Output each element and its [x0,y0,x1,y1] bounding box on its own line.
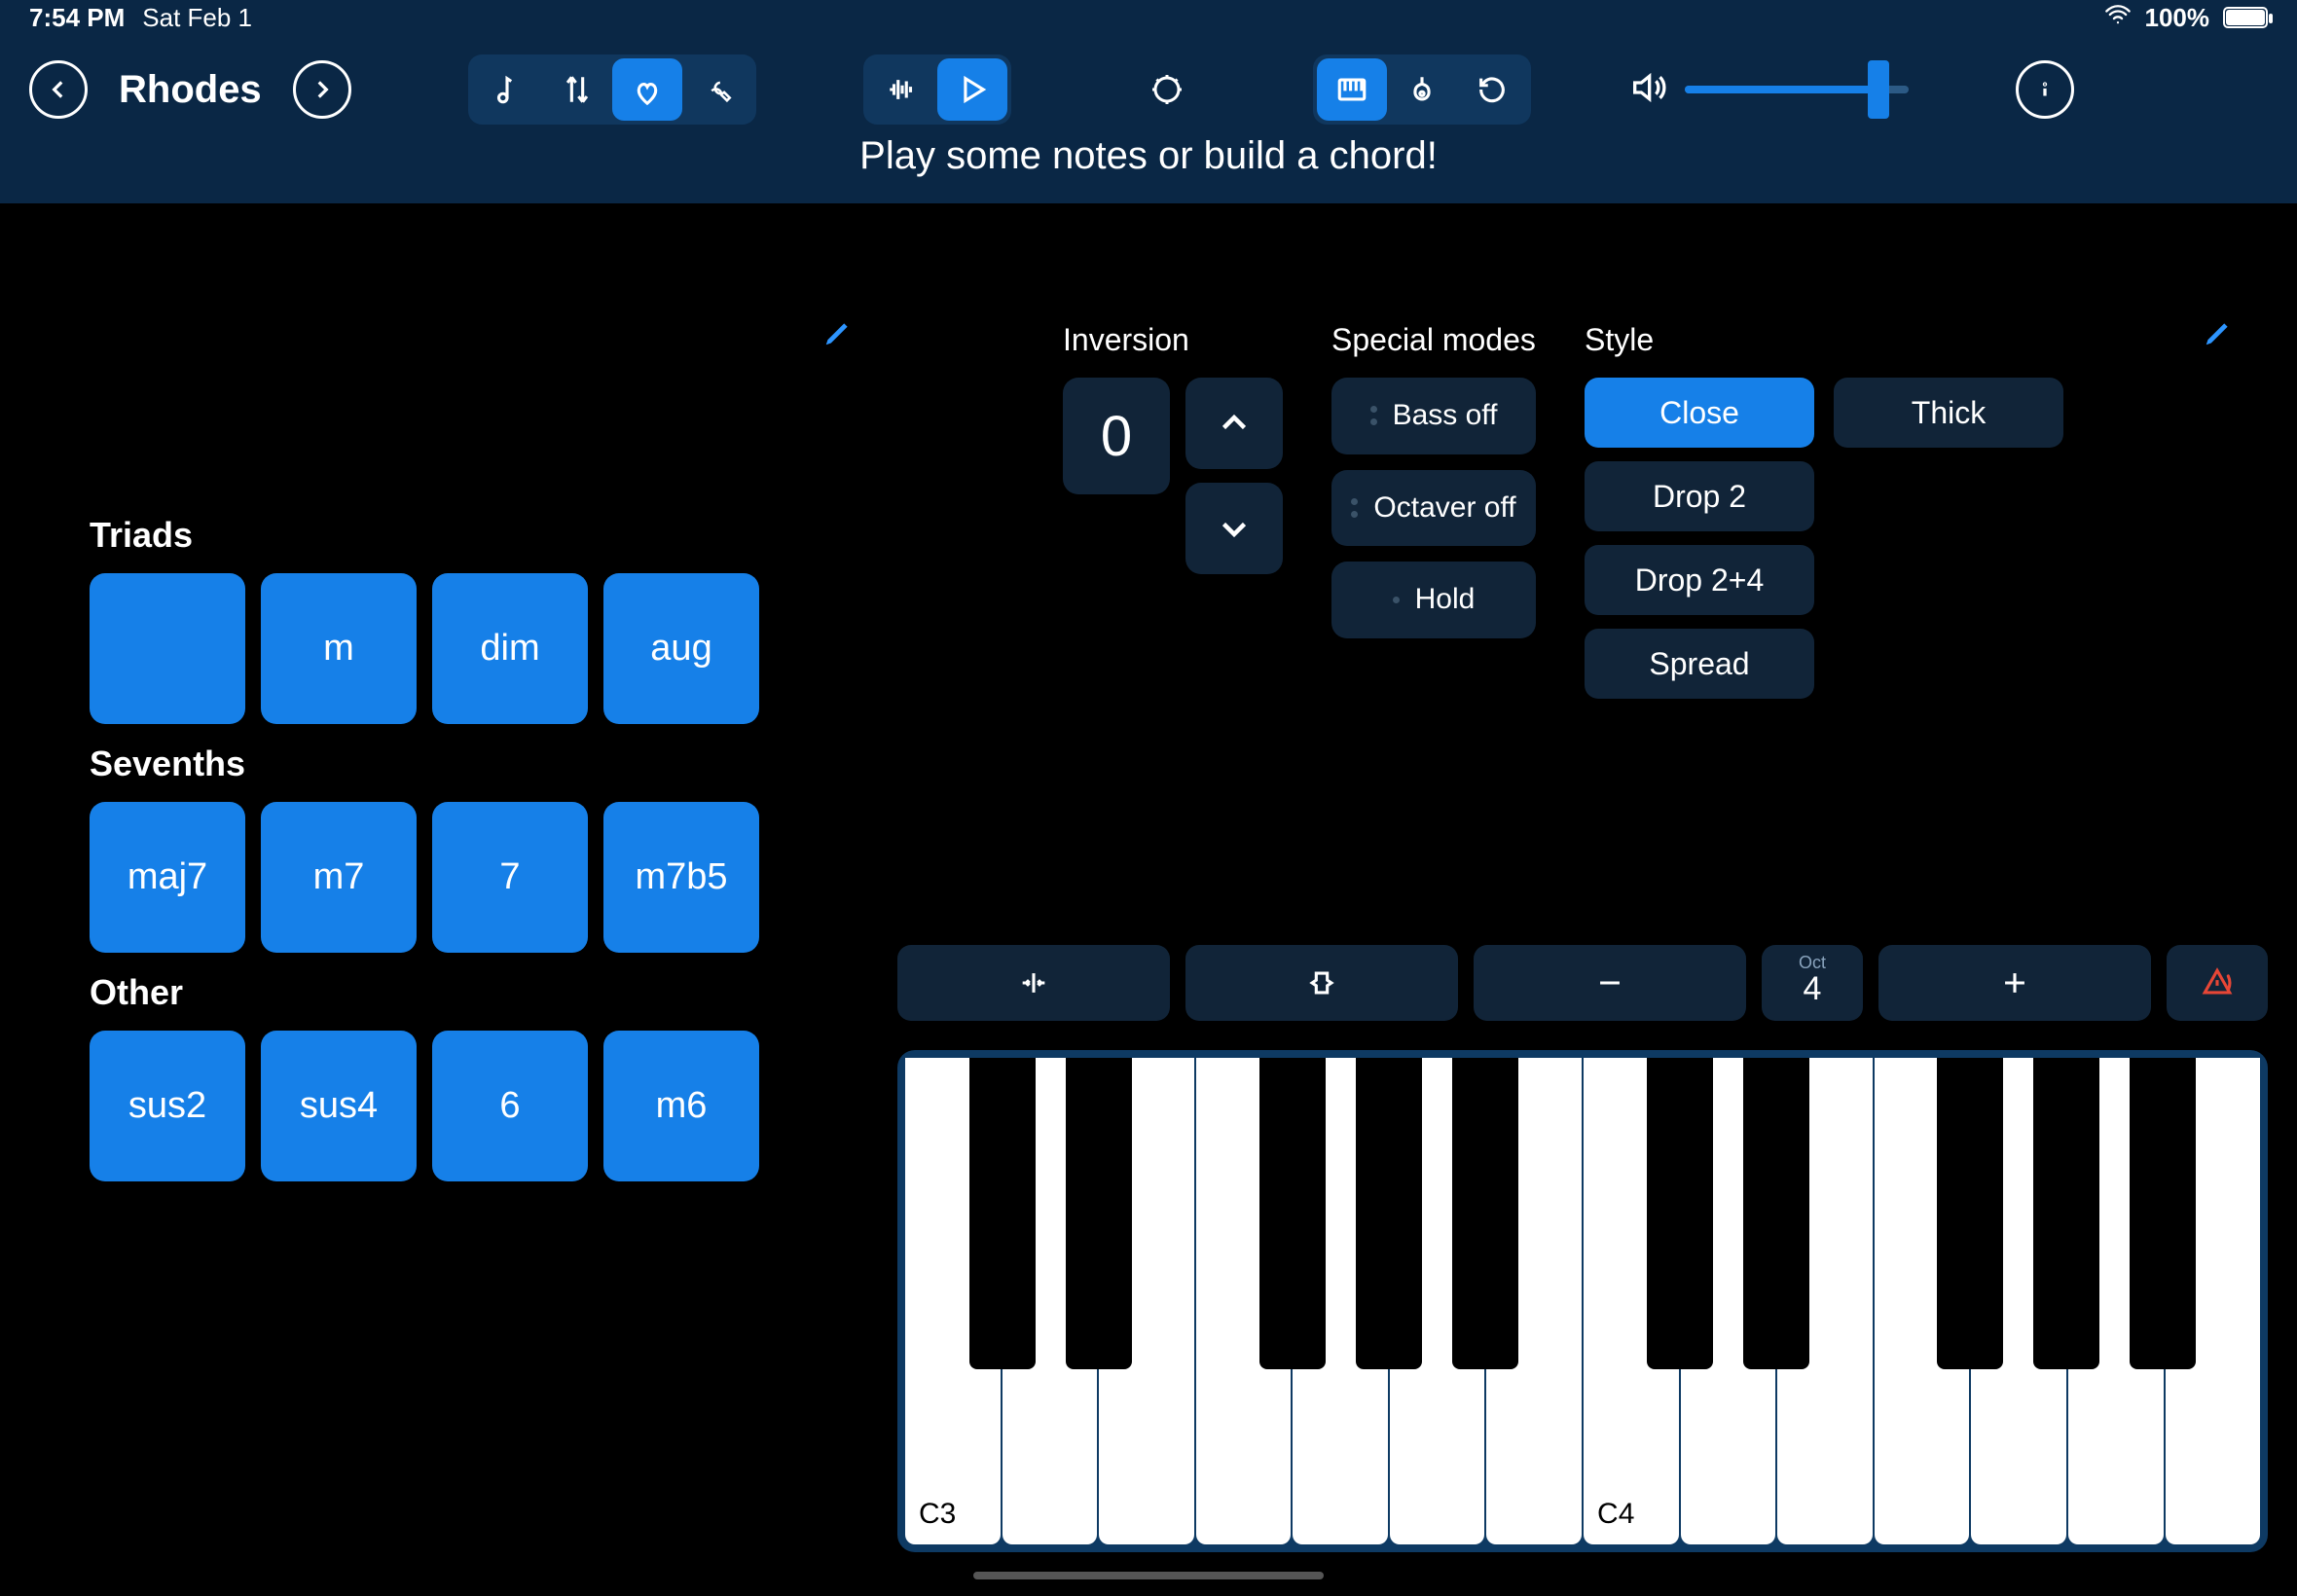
triads-label: Triads [90,515,810,556]
seventh-pad-maj7[interactable]: maj7 [90,802,245,953]
key-fs3[interactable] [1259,1058,1326,1369]
key-cs4[interactable] [1647,1058,1713,1369]
seventh-pad-m7[interactable]: m7 [261,802,417,953]
key-label-c4: C4 [1597,1498,1634,1531]
instrument-switcher: Rhodes [29,60,351,119]
special-modes-label: Special modes [1331,322,1536,358]
scroll-center-button[interactable] [897,945,1170,1021]
volume-slider[interactable] [1685,86,1909,93]
seventh-pad-m7b5[interactable]: m7b5 [603,802,759,953]
inversion-value: 0 [1063,378,1170,494]
view-undo-button[interactable] [1457,58,1527,121]
style-close[interactable]: Close [1585,378,1814,448]
mode-arrows-button[interactable] [542,58,612,121]
controls-panel: Inversion 0 Special modes Bass off [1063,322,2270,699]
piano-keyboard[interactable]: C3 C4 [897,1050,2268,1552]
status-time: 7:54 PM [29,3,125,33]
other-pad-6[interactable]: 6 [432,1031,588,1181]
instrument-name: Rhodes [93,68,287,112]
hold-toggle-label: Hold [1415,583,1476,617]
key-as4[interactable] [2130,1058,2196,1369]
octave-down-button[interactable] [1474,945,1746,1021]
style-label: Style [1585,322,2063,358]
inversion-up-button[interactable] [1185,378,1283,469]
style-spread[interactable]: Spread [1585,629,1814,699]
mode-hands-button[interactable] [612,58,682,121]
home-indicator [973,1572,1324,1579]
next-instrument-button[interactable] [293,60,351,119]
octave-label: Oct [1799,953,1826,973]
keyboard-panel: Oct 4 C3 C4 [897,945,2268,1552]
split-button[interactable] [1185,945,1458,1021]
status-bar: 7:54 PM Sat Feb 1 100% [0,0,2297,35]
style-drop24[interactable]: Drop 2+4 [1585,545,1814,615]
prev-instrument-button[interactable] [29,60,88,119]
toolbar: Rhodes [0,35,2297,134]
octaver-toggle-label: Octaver off [1373,491,1515,526]
volume-control[interactable] [1628,68,1909,112]
view-guitar-button[interactable] [1387,58,1457,121]
key-gs3[interactable] [1356,1058,1422,1369]
key-as3[interactable] [1452,1058,1518,1369]
mode-note-button[interactable] [472,58,542,121]
metronome-button[interactable] [1138,60,1196,119]
octave-display: Oct 4 [1762,945,1863,1021]
key-label-c3: C3 [919,1498,956,1531]
battery-percent: 100% [2145,3,2210,33]
other-pad-sus4[interactable]: sus4 [261,1031,417,1181]
mode-wrench-button[interactable] [682,58,752,121]
triad-pad-major[interactable] [90,573,245,724]
triad-pad-dim[interactable]: dim [432,573,588,724]
triad-pad-minor[interactable]: m [261,573,417,724]
key-cs3[interactable] [969,1058,1036,1369]
inversion-down-button[interactable] [1185,483,1283,574]
seventh-pad-7[interactable]: 7 [432,802,588,953]
status-date: Sat Feb 1 [142,3,252,33]
wifi-icon [2104,1,2132,35]
octave-up-button[interactable] [1878,945,2151,1021]
edit-pads-button[interactable] [823,318,853,352]
key-ds3[interactable] [1066,1058,1132,1369]
sound-wave-button[interactable] [867,58,937,121]
view-keyboard-button[interactable] [1317,58,1387,121]
style-drop2[interactable]: Drop 2 [1585,461,1814,531]
view-segment [1313,54,1531,125]
info-button[interactable] [2016,60,2074,119]
volume-icon [1628,68,1667,112]
triad-pad-aug[interactable]: aug [603,573,759,724]
style-thick[interactable]: Thick [1834,378,2063,448]
main-area: Triads m dim aug Sevenths maj7 m7 7 m7b5… [0,203,2297,1587]
panic-button[interactable] [2167,945,2268,1021]
sevenths-label: Sevenths [90,744,810,784]
octaver-toggle[interactable]: Octaver off [1331,470,1536,547]
playback-segment [863,54,1011,125]
key-gs4[interactable] [2033,1058,2099,1369]
other-label: Other [90,972,810,1013]
other-pad-m6[interactable]: m6 [603,1031,759,1181]
battery-icon [2223,7,2268,28]
chord-pads-panel: Triads m dim aug Sevenths maj7 m7 7 m7b5… [90,515,810,1201]
inversion-label: Inversion [1063,322,1283,358]
key-ds4[interactable] [1743,1058,1809,1369]
other-pad-sus2[interactable]: sus2 [90,1031,245,1181]
key-fs4[interactable] [1937,1058,2003,1369]
bass-toggle[interactable]: Bass off [1331,378,1536,454]
hint-banner: Play some notes or build a chord! [0,134,2297,203]
play-button[interactable] [937,58,1007,121]
hold-toggle[interactable]: Hold [1331,562,1536,638]
mode-segment [468,54,756,125]
bass-toggle-label: Bass off [1393,399,1498,433]
